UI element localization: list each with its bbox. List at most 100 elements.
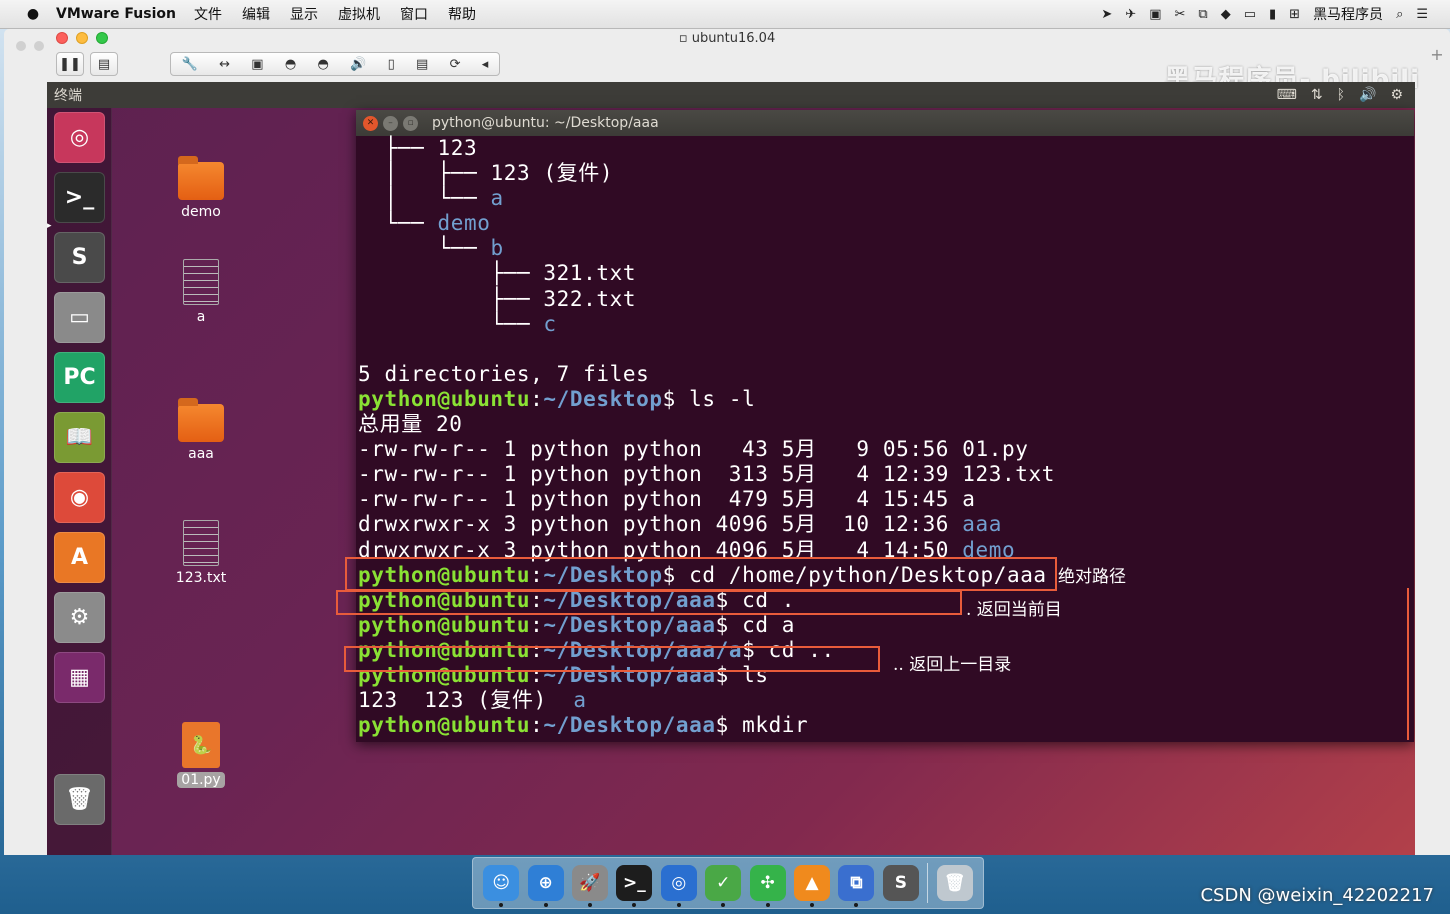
desktop-icon-123txt[interactable]: 123.txt bbox=[161, 520, 241, 586]
terminal-text: │ bbox=[384, 161, 438, 186]
terminal-maximize-icon[interactable]: ▫ bbox=[403, 115, 418, 131]
launcher-chrome-icon[interactable]: ◉ bbox=[54, 472, 105, 523]
bluetooth-icon[interactable]: ᛒ bbox=[1337, 87, 1345, 103]
desktop-icon-aaa[interactable]: aaa bbox=[161, 398, 241, 462]
cd2-icon[interactable]: ◓ bbox=[318, 57, 329, 72]
desktop-icon-01py[interactable]: 🐍 01.py bbox=[161, 722, 241, 788]
app-menu-vmware[interactable]: VMware Fusion bbox=[56, 6, 176, 22]
running-indicator bbox=[854, 903, 859, 907]
location-icon[interactable]: ➤ bbox=[1101, 7, 1112, 22]
dock-separator bbox=[927, 863, 929, 903]
menu-window[interactable]: 窗口 bbox=[400, 4, 428, 24]
network-icon[interactable]: ↔ bbox=[219, 57, 230, 72]
launcher-system-settings-icon[interactable]: ⚙ bbox=[54, 592, 105, 643]
launcher-terminal-icon[interactable]: >_ bbox=[54, 172, 105, 223]
launcher-ebook-reader-icon[interactable]: 📖 bbox=[54, 412, 105, 463]
desktop-icon-label: 01.py bbox=[177, 772, 225, 788]
airplay-icon[interactable]: ▭ bbox=[1244, 7, 1256, 22]
menu-view[interactable]: 显示 bbox=[290, 4, 318, 24]
list-icon[interactable]: ☰ bbox=[1416, 7, 1428, 22]
network-updown-icon[interactable]: ⇅ bbox=[1311, 87, 1323, 103]
sync-icon[interactable]: ⟳ bbox=[450, 57, 461, 72]
scissors-icon[interactable]: ✂ bbox=[1175, 7, 1186, 22]
menu-edit[interactable]: 编辑 bbox=[242, 4, 270, 24]
dock-sublime-icon[interactable]: S bbox=[882, 865, 919, 901]
wifi-icon[interactable]: ◆ bbox=[1221, 7, 1231, 22]
launcher-workspace-switcher-icon[interactable]: ▦ bbox=[54, 652, 105, 703]
status-user[interactable]: 黑马程序员 bbox=[1313, 4, 1383, 24]
collapse-arrow-icon[interactable]: ◂ bbox=[482, 57, 489, 72]
keyboard-icon[interactable]: ⌨ bbox=[1277, 87, 1297, 103]
menu-vm[interactable]: 虚拟机 bbox=[338, 4, 380, 24]
screen-record-icon[interactable]: ▣ bbox=[1149, 7, 1161, 22]
dock-trash-icon[interactable]: 🗑 bbox=[936, 865, 973, 901]
launcher-file-manager-icon[interactable]: ▭ bbox=[54, 292, 105, 343]
usb-icon[interactable]: ▯ bbox=[388, 57, 395, 72]
snapshot-button[interactable]: ▤ bbox=[90, 52, 118, 76]
terminal-minimize-icon[interactable]: – bbox=[383, 115, 398, 131]
pause-button[interactable]: ❚❚ bbox=[56, 52, 84, 76]
folder-icon bbox=[178, 156, 224, 200]
floppy-icon[interactable]: ▤ bbox=[416, 57, 428, 72]
terminal-text: 123 123 (复件) bbox=[358, 688, 574, 713]
search-icon[interactable]: ⌕ bbox=[1396, 7, 1403, 22]
terminal-text: ├── bbox=[437, 161, 491, 186]
terminal-line: ├── 322.txt bbox=[358, 287, 1414, 312]
directory-name: c bbox=[543, 311, 557, 336]
terminal-text: ├── bbox=[490, 286, 544, 311]
apple-menu-icon[interactable]: ● bbox=[24, 6, 42, 22]
send-icon[interactable]: ✈ bbox=[1125, 7, 1136, 22]
terminal-text: 123 (复件) bbox=[490, 161, 614, 186]
ubuntu-top-panel: 终端 ⌨ ⇅ ᛒ 🔊 ⚙ bbox=[47, 82, 1415, 108]
dock-launchpad-icon[interactable]: 🚀 bbox=[572, 865, 609, 907]
terminal-close-icon[interactable]: ✕ bbox=[363, 115, 378, 131]
dock-vmware-icon[interactable]: ⧉ bbox=[838, 865, 875, 907]
terminal-line: ├── 321.txt bbox=[358, 261, 1414, 286]
dock-safari-icon[interactable]: ⊕ bbox=[527, 865, 564, 907]
add-tab-icon[interactable]: + bbox=[1426, 45, 1448, 65]
sound-icon[interactable]: 🔊 bbox=[350, 57, 366, 72]
terminal-text: -rw-rw-r-- 1 python python 43 5月 9 05:56… bbox=[358, 437, 1029, 462]
dock-vlc-icon[interactable]: ▲ bbox=[794, 865, 831, 907]
text-file-icon bbox=[183, 520, 219, 566]
ubuntu-desktop: 终端 ⌨ ⇅ ᛒ 🔊 ⚙ ▸ ◎ >_ S ▭ PC 📖 ◉ A ⚙ ▦ 🗑 demo a aaa bbox=[47, 82, 1415, 855]
launcher-trash-icon[interactable]: 🗑 bbox=[54, 774, 105, 825]
dock-maps-icon[interactable]: ✓ bbox=[705, 865, 742, 907]
terminal-text: -rw-rw-r-- 1 python python 313 5月 4 12:3… bbox=[358, 462, 1055, 487]
dock-quicktime-icon[interactable]: ◎ bbox=[660, 865, 697, 907]
cd-icon[interactable]: ◓ bbox=[285, 57, 296, 72]
input-method-icon[interactable]: ⊞ bbox=[1289, 7, 1300, 22]
terminal-line: ├── 123 bbox=[358, 136, 1414, 161]
settings-wrench-icon[interactable]: 🔧 bbox=[182, 57, 198, 72]
launcher-pycharm-icon[interactable]: PC bbox=[54, 352, 105, 403]
dock-terminal-icon[interactable]: >_ bbox=[616, 865, 653, 907]
battery-icon[interactable]: ▮ bbox=[1269, 7, 1276, 22]
menu-file[interactable]: 文件 bbox=[194, 4, 222, 24]
launcher-software-center-icon[interactable]: A bbox=[54, 532, 105, 583]
disk-icon[interactable]: ▣ bbox=[251, 57, 263, 72]
volume-icon[interactable]: 🔊 bbox=[1359, 87, 1376, 103]
menu-help[interactable]: 帮助 bbox=[448, 4, 476, 24]
terminal-line: └── demo bbox=[358, 211, 1414, 236]
terminal-text: drwxrwxr-x 3 python python 4096 5月 10 12… bbox=[358, 512, 963, 537]
close-button[interactable] bbox=[56, 32, 68, 44]
desktop-icon-a[interactable]: a bbox=[161, 259, 241, 325]
prompt-path: ~/Desktop/aaa bbox=[543, 612, 716, 637]
maximize-button[interactable] bbox=[96, 32, 108, 44]
launcher-sublime-text-icon[interactable]: S bbox=[54, 232, 105, 283]
dock-finder-icon[interactable]: ☺ bbox=[483, 865, 520, 907]
dock-xmind-icon[interactable]: ✣ bbox=[749, 865, 786, 907]
desktop-icon-demo[interactable]: demo bbox=[161, 156, 241, 220]
terminal-text: ├── bbox=[384, 136, 438, 160]
terminal-text: -rw-rw-r-- 1 python python 479 5月 4 15:4… bbox=[358, 487, 976, 512]
ubuntu-launcher: ▸ ◎ >_ S ▭ PC 📖 ◉ A ⚙ ▦ 🗑 bbox=[47, 108, 112, 855]
python-file-icon: 🐍 bbox=[182, 722, 220, 768]
power-gear-icon[interactable]: ⚙ bbox=[1390, 87, 1403, 103]
minimize-button[interactable] bbox=[76, 32, 88, 44]
running-indicator bbox=[765, 903, 770, 907]
copy-icon[interactable]: ⧉ bbox=[1198, 7, 1207, 22]
panel-app-title: 终端 bbox=[54, 88, 82, 104]
launcher-ubuntu-dash-icon[interactable]: ◎ bbox=[54, 112, 105, 163]
